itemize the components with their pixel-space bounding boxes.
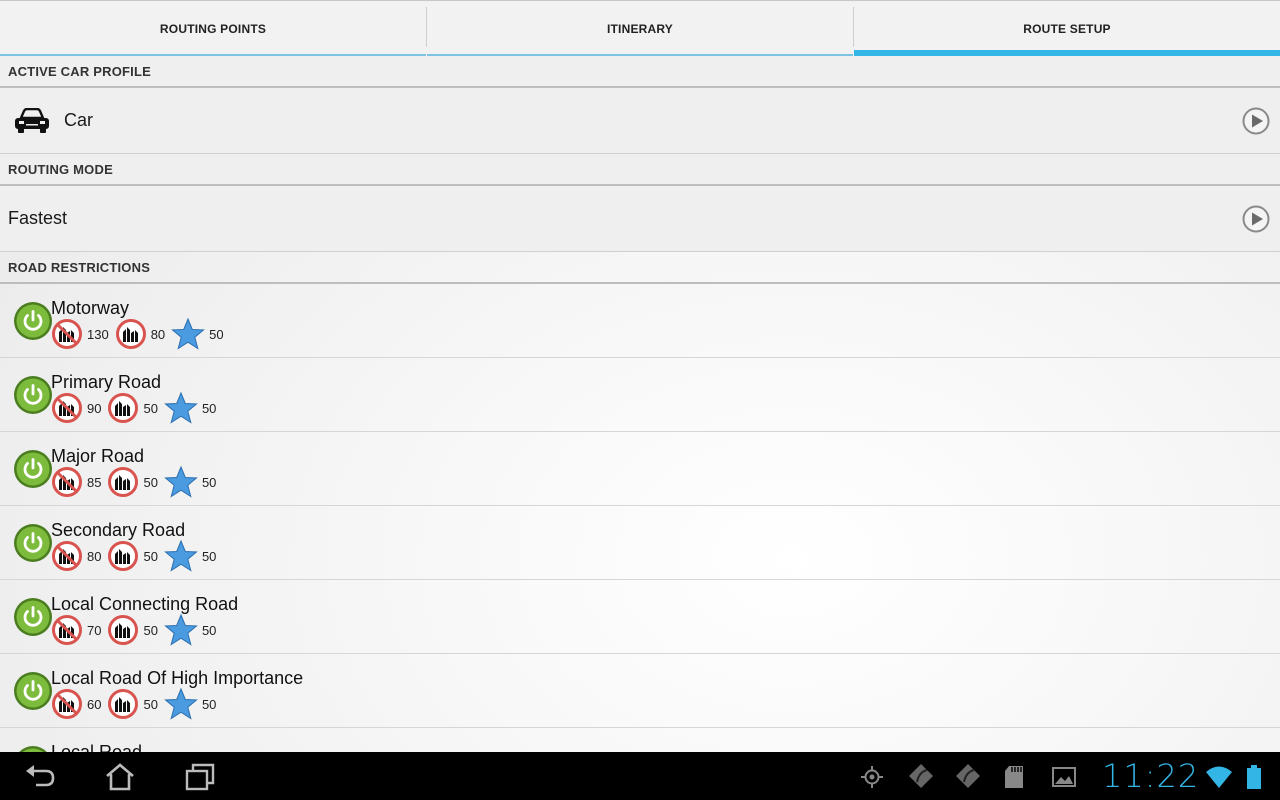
car-profile-row[interactable]: Car (0, 88, 1280, 154)
gallery-icon (1052, 767, 1076, 787)
routing-mode-label: Fastest (8, 208, 68, 228)
power-icon[interactable] (13, 745, 53, 752)
speed-limit-value: 85 (87, 474, 102, 490)
speed-min-value: 50 (143, 400, 158, 416)
system-navigation-bar: 11:22 (0, 752, 1280, 800)
routing-mode-row[interactable]: Fastest (0, 186, 1280, 252)
car-icon (15, 107, 49, 133)
road-name: Primary Road (51, 372, 162, 392)
speed-sign-icon (108, 467, 139, 497)
battery-icon (1247, 765, 1261, 789)
speed-min-value: 50 (143, 548, 158, 564)
star-icon (164, 539, 198, 572)
speed-min-value: 50 (143, 474, 158, 490)
no-speed-limit-icon (52, 615, 82, 645)
speed-sign-icon (108, 615, 139, 645)
star-icon (164, 613, 198, 646)
no-speed-limit-icon (52, 467, 82, 497)
clock: 11:22 (1102, 757, 1200, 795)
navigation-app-icon (909, 764, 933, 788)
back-icon[interactable] (24, 762, 56, 792)
gps-icon (861, 766, 883, 788)
road-metrics: 70 50 50 (51, 613, 222, 646)
speed-limit-value: 60 (87, 696, 102, 712)
speed-sign-icon (115, 319, 146, 349)
tab-routing-points[interactable]: ROUTING POINTS (0, 1, 426, 56)
road-name: Major Road (51, 446, 145, 466)
power-icon[interactable] (13, 301, 53, 341)
home-icon[interactable] (104, 762, 136, 792)
power-icon[interactable] (13, 375, 53, 415)
priority-value: 50 (201, 696, 217, 712)
road-metrics: 60 50 50 (51, 687, 222, 720)
priority-value: 50 (201, 474, 217, 490)
speed-sign-icon (108, 541, 139, 571)
speed-limit-value: 70 (87, 622, 102, 638)
no-speed-limit-icon (52, 541, 82, 571)
tab-itinerary[interactable]: ITINERARY (427, 1, 853, 56)
road-name: Local Road (51, 742, 143, 752)
road-row-primary[interactable]: Primary Road 90 50 50 (0, 358, 1280, 432)
speed-limit-value: 90 (87, 400, 102, 416)
speed-min-value: 50 (143, 622, 158, 638)
priority-value: 50 (201, 622, 217, 638)
road-name: Motorway (51, 298, 130, 318)
star-icon (164, 391, 198, 424)
road-name: Local Connecting Road (51, 594, 239, 614)
no-speed-limit-icon (52, 319, 82, 349)
section-header-car-profile: ACTIVE CAR PROFILE (0, 56, 1280, 88)
star-icon (164, 687, 198, 720)
speed-limit-value: 80 (87, 548, 102, 564)
road-name: Secondary Road (51, 520, 186, 540)
power-icon[interactable] (13, 597, 53, 637)
power-icon[interactable] (13, 523, 53, 563)
road-restrictions-list: Motorway 130 80 50 Primary Road 90 50 50… (0, 284, 1280, 752)
priority-value: 50 (201, 548, 217, 564)
road-row-motorway[interactable]: Motorway 130 80 50 (0, 284, 1280, 358)
road-row-major[interactable]: Major Road 85 50 50 (0, 432, 1280, 506)
priority-value: 50 (201, 400, 217, 416)
power-icon[interactable] (13, 449, 53, 489)
section-header-routing-mode: ROUTING MODE (0, 154, 1280, 186)
power-icon[interactable] (13, 671, 53, 711)
road-row-local[interactable]: Local Road (0, 728, 1280, 752)
speed-sign-icon (108, 689, 139, 719)
section-header-road-restrictions: ROAD RESTRICTIONS (0, 252, 1280, 284)
speed-limit-value: 130 (87, 326, 109, 342)
no-speed-limit-icon (52, 393, 82, 423)
arrow-right-icon[interactable] (1242, 107, 1270, 135)
priority-value: 50 (209, 326, 224, 342)
star-icon (164, 465, 198, 498)
tab-route-setup[interactable]: ROUTE SETUP (854, 1, 1280, 56)
no-speed-limit-icon (52, 689, 82, 719)
speed-min-value: 80 (150, 326, 166, 342)
road-row-local-high-importance[interactable]: Local Road Of High Importance 60 50 50 (0, 654, 1280, 728)
road-metrics: 80 50 50 (51, 539, 222, 572)
car-profile-label: Car (64, 110, 94, 130)
navigation-app-icon (956, 764, 980, 788)
speed-min-value: 50 (143, 696, 158, 712)
road-metrics: 90 50 50 (51, 391, 222, 424)
recent-apps-icon[interactable] (184, 762, 216, 792)
road-metrics: 85 50 50 (51, 465, 222, 498)
speed-sign-icon (108, 393, 139, 423)
road-metrics: 130 80 50 (51, 317, 230, 350)
road-name: Local Road Of High Importance (51, 668, 304, 688)
road-row-secondary[interactable]: Secondary Road 80 50 50 (0, 506, 1280, 580)
star-icon (171, 317, 205, 350)
road-row-local-connecting[interactable]: Local Connecting Road 70 50 50 (0, 580, 1280, 654)
wifi-icon (1206, 766, 1232, 788)
tab-bar: ROUTING POINTS ITINERARY ROUTE SETUP (0, 0, 1280, 56)
sd-card-icon (1005, 766, 1023, 788)
arrow-right-icon[interactable] (1242, 205, 1270, 233)
